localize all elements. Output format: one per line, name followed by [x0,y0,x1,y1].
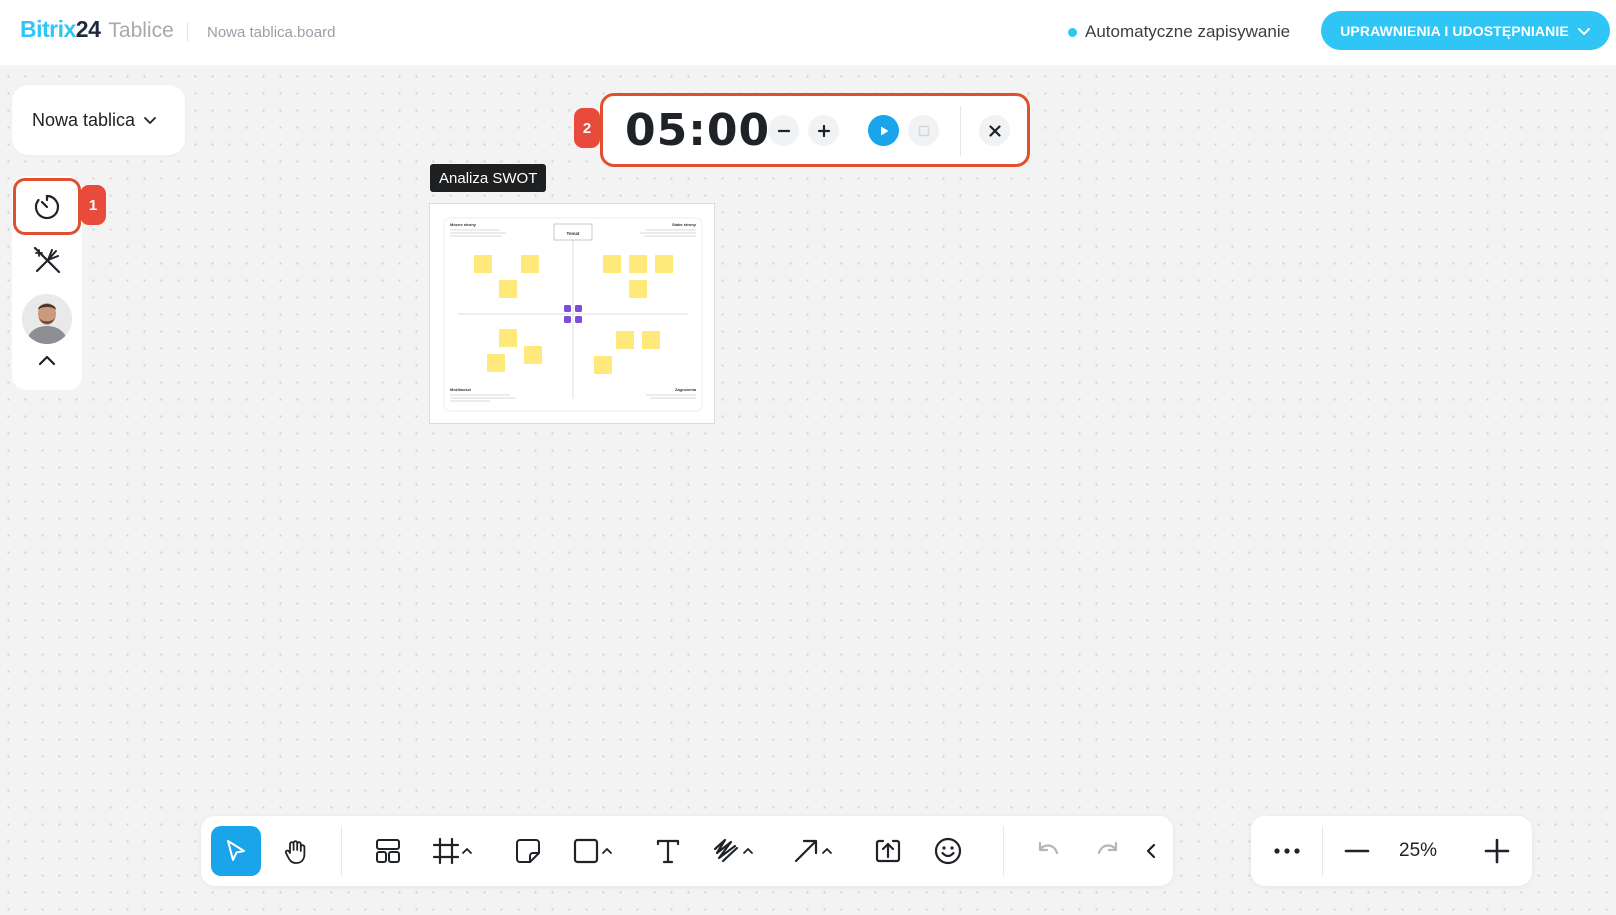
file-name[interactable]: Nowa tablica.board [207,24,335,41]
redo-button[interactable] [1083,826,1133,876]
layout-tool-button[interactable] [363,826,413,876]
timer-icon [34,194,60,219]
emoji-tool-button[interactable] [923,826,973,876]
chevron-up-icon [602,848,612,854]
plus-icon [1484,838,1510,864]
select-icon [227,840,245,861]
text-icon [656,839,680,864]
collapse-panel-button[interactable] [22,346,72,376]
swot-threats-label: Zagrożenia [675,387,697,392]
chevron-up-icon [38,355,56,366]
template-label: Analiza SWOT [430,164,547,192]
chevron-down-icon [144,117,156,124]
emoji-icon [934,837,962,865]
logo-brand: Bitrix [20,16,76,42]
laser-pointer-button[interactable] [22,236,72,284]
text-tool-button[interactable] [643,826,693,876]
toolbar-divider [1003,826,1004,876]
timer-increase-button[interactable] [808,115,839,146]
chevron-up-icon [462,848,472,854]
chevron-left-icon [1146,843,1156,859]
arrow-icon [794,839,818,863]
swot-template-preview: Temat Mocne strony Słabe strony Możliwoś… [443,217,703,412]
board-selector-label: Nowa tablica [32,109,136,130]
logo-app-name: Tablice [108,19,174,42]
hand-tool-button[interactable] [271,826,321,876]
permissions-share-button[interactable]: UPRAWNIENIA I UDOSTĘPNIANIE [1321,11,1610,50]
pen-icon [713,838,739,863]
sticky-note-icon [516,839,540,863]
swot-center-label: Temat [567,231,580,236]
zoom-out-button[interactable] [1333,826,1381,876]
autosave-label: Automatyczne zapisywanie [1085,22,1291,41]
upload-icon [875,839,901,863]
undo-button[interactable] [1023,826,1073,876]
swot-strengths-label: Mocne strony [450,222,477,227]
timer-stop-button[interactable] [908,115,939,146]
autosave-status: Automatyczne zapisywanie [1068,22,1290,42]
header-divider [187,22,188,42]
hand-icon [284,840,306,864]
bitrix24-logo[interactable]: Bitrix 24 Tablice [20,16,174,43]
swot-weaknesses-label: Słabe strony [672,222,697,227]
more-icon [1274,848,1300,854]
plus-icon [817,124,830,137]
autosave-dot-icon [1068,27,1077,37]
arrow-tool-button[interactable] [783,826,843,876]
user-avatar-icon [22,294,72,344]
header: Bitrix 24 Tablice Nowa tablica.board Aut… [0,0,1616,65]
annotation-badge-2: 2 [574,108,600,148]
user-avatar[interactable] [22,294,72,344]
collapse-toolbar-button[interactable] [1136,826,1166,876]
pen-tool-button[interactable] [703,826,763,876]
share-button-label: UPRAWNIENIA I UDOSTĘPNIANIE [1340,22,1569,39]
laser-off-icon [33,246,61,274]
more-options-button[interactable] [1263,826,1311,876]
zoom-in-button[interactable] [1473,826,1521,876]
upload-tool-button[interactable] [863,826,913,876]
timer-divider [960,106,961,156]
redo-icon [1097,841,1118,855]
shape-icon [573,838,599,864]
shape-tool-button[interactable] [563,826,623,876]
bottom-toolbar [201,816,1173,886]
swot-opportunities-label: Możliwości [450,387,471,392]
chevron-up-icon [822,848,832,854]
minus-icon [777,129,790,132]
timer-close-button[interactable] [979,115,1010,146]
timer-decrease-button[interactable] [768,115,799,146]
logo-number: 24 [75,16,101,42]
toolbar-divider [341,826,342,876]
stop-icon [918,125,929,136]
board-selector[interactable]: Nowa tablica [12,85,185,155]
chevron-up-icon [743,848,753,854]
frame-tool-button[interactable] [423,826,483,876]
annotation-badge-1: 1 [80,185,106,225]
zoom-bar: 25% [1251,816,1532,886]
timer-display[interactable]: 05:00 [625,105,770,156]
sticky-note-tool-button[interactable] [503,826,553,876]
undo-icon [1038,841,1059,855]
timer-play-button[interactable] [868,115,899,146]
select-tool-button[interactable] [211,826,261,876]
left-tool-panel [12,176,82,390]
minus-icon [1344,849,1370,853]
frame-icon [432,837,460,865]
zoom-level[interactable]: 25% [1399,840,1437,862]
swot-template-card[interactable]: Temat Mocne strony Słabe strony Możliwoś… [429,203,715,424]
timer-bar: 05:00 [600,93,1030,167]
timer-button[interactable] [13,178,81,235]
chevron-down-icon [1577,27,1590,35]
play-icon [880,126,888,135]
zoom-divider [1322,826,1323,876]
layout-icon [376,839,400,863]
close-icon [988,124,1001,137]
